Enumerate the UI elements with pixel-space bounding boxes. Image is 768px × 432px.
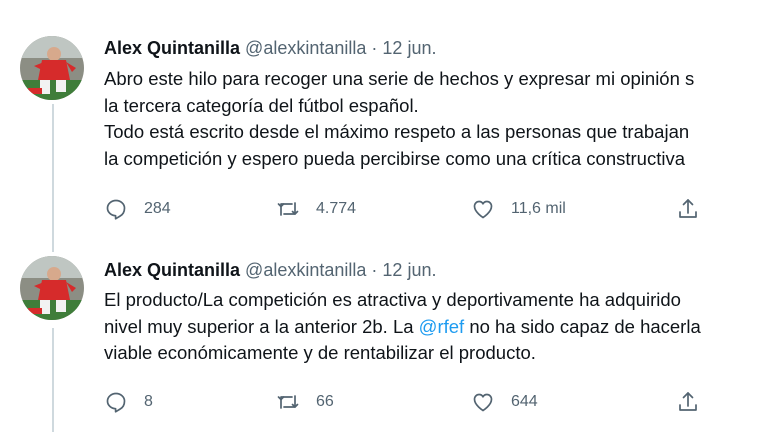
retweet-button[interactable]: 4.774 [276, 195, 356, 223]
tweet-date[interactable]: 12 jun. [382, 260, 436, 280]
avatar[interactable] [20, 36, 84, 100]
share-button[interactable] [676, 388, 700, 416]
tweet-text: Abro este hilo para recoger una serie de… [104, 66, 694, 172]
reply-button[interactable]: 8 [104, 388, 153, 416]
author-name[interactable]: Alex Quintanilla [104, 260, 240, 280]
tweet-text-line: nivel muy superior a la anterior 2b. La … [104, 314, 701, 341]
retweet-icon [276, 390, 300, 414]
reply-icon [104, 390, 128, 414]
author-name[interactable]: Alex Quintanilla [104, 38, 240, 58]
tweet-text-line: Todo está escrito desde el máximo respet… [104, 121, 690, 142]
retweet-count: 4.774 [316, 200, 357, 217]
reply-count: 284 [144, 200, 171, 217]
share-icon [676, 390, 700, 414]
tweet-text-segment: nivel muy superior a la anterior 2b. La [104, 315, 419, 337]
tweet-actions: 8 66 644 [104, 388, 768, 416]
share-button[interactable] [676, 195, 700, 223]
tweet-text-line: la tercera categoría del fútbol español. [104, 94, 419, 116]
heart-icon [471, 197, 495, 221]
retweet-icon [276, 197, 300, 221]
tweet-text-line: Abro este hilo para recoger una serie de… [104, 68, 695, 89]
separator-dot: · [371, 38, 378, 58]
reply-count: 8 [144, 393, 153, 410]
tweet-header: Alex Quintanilla @alexkintanilla · 12 ju… [104, 260, 436, 281]
tweet[interactable]: Alex Quintanilla @alexkintanilla · 12 ju… [0, 0, 768, 250]
like-button[interactable]: 11,6 mil [471, 195, 566, 223]
tweet-text: El producto/La competición es atractiva … [104, 287, 701, 367]
reply-icon [104, 197, 128, 221]
heart-icon [471, 390, 495, 414]
tweet-text-line: El producto/La competición es atractiva … [104, 289, 681, 310]
tweet-header: Alex Quintanilla @alexkintanilla · 12 ju… [104, 38, 436, 59]
tweet-date[interactable]: 12 jun. [382, 38, 436, 58]
like-count: 644 [511, 393, 538, 410]
tweet-text-line: la competición y espero pueda percibirse… [104, 147, 685, 169]
tweet-text-line: viable económicamente y de rentabilizar … [104, 342, 536, 363]
retweet-button[interactable]: 66 [276, 388, 334, 416]
avatar[interactable] [20, 256, 84, 320]
author-handle[interactable]: @alexkintanilla [245, 260, 366, 280]
author-handle[interactable]: @alexkintanilla [245, 38, 366, 58]
share-icon [676, 197, 700, 221]
reply-button[interactable]: 284 [104, 195, 171, 223]
mention-link[interactable]: @rfef [419, 316, 465, 337]
like-count: 11,6 mil [511, 200, 566, 217]
like-button[interactable]: 644 [471, 388, 538, 416]
retweet-count: 66 [316, 393, 334, 410]
separator-dot: · [371, 260, 378, 280]
tweet[interactable]: Alex Quintanilla @alexkintanilla · 12 ju… [0, 250, 768, 432]
tweet-text-segment: no ha sido capaz de hacerla [464, 315, 701, 337]
tweet-actions: 284 4.774 11,6 mil [104, 195, 768, 223]
